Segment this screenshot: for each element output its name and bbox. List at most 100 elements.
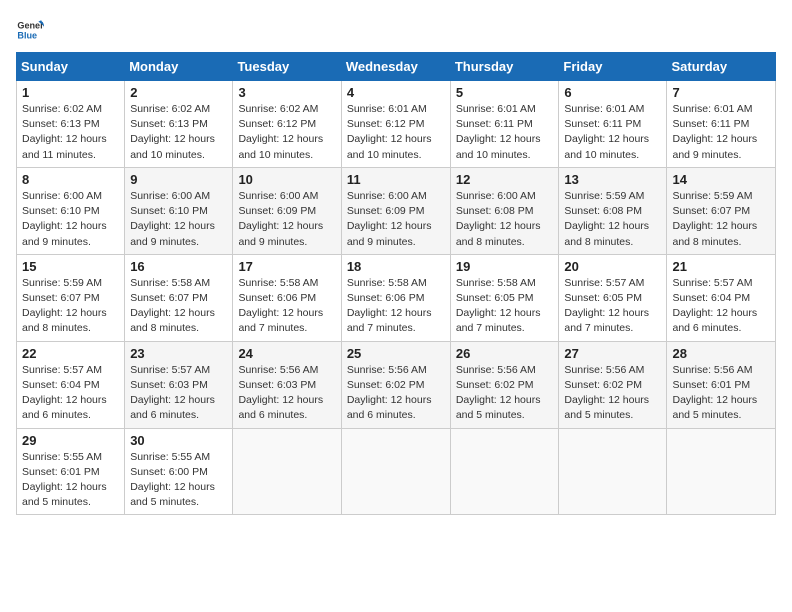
calendar-cell: 20 Sunrise: 5:57 AMSunset: 6:05 PMDaylig… — [559, 254, 667, 341]
day-number: 25 — [347, 346, 445, 361]
day-info: Sunrise: 5:58 AMSunset: 6:05 PMDaylight:… — [456, 277, 541, 335]
day-info: Sunrise: 6:01 AMSunset: 6:11 PMDaylight:… — [564, 103, 649, 161]
day-info: Sunrise: 6:00 AMSunset: 6:08 PMDaylight:… — [456, 190, 541, 248]
calendar-cell: 5 Sunrise: 6:01 AMSunset: 6:11 PMDayligh… — [450, 81, 559, 168]
calendar-cell: 23 Sunrise: 5:57 AMSunset: 6:03 PMDaylig… — [125, 341, 233, 428]
calendar-cell: 4 Sunrise: 6:01 AMSunset: 6:12 PMDayligh… — [341, 81, 450, 168]
day-info: Sunrise: 5:58 AMSunset: 6:06 PMDaylight:… — [347, 277, 432, 335]
day-number: 17 — [238, 259, 335, 274]
svg-text:Blue: Blue — [17, 30, 37, 40]
week-row-2: 8 Sunrise: 6:00 AMSunset: 6:10 PMDayligh… — [17, 167, 776, 254]
calendar-cell: 28 Sunrise: 5:56 AMSunset: 6:01 PMDaylig… — [667, 341, 776, 428]
day-header-sunday: Sunday — [17, 53, 125, 81]
day-number: 12 — [456, 172, 554, 187]
calendar-cell: 25 Sunrise: 5:56 AMSunset: 6:02 PMDaylig… — [341, 341, 450, 428]
day-info: Sunrise: 5:56 AMSunset: 6:02 PMDaylight:… — [564, 364, 649, 422]
calendar-cell: 24 Sunrise: 5:56 AMSunset: 6:03 PMDaylig… — [233, 341, 341, 428]
day-number: 27 — [564, 346, 661, 361]
calendar-cell: 30 Sunrise: 5:55 AMSunset: 6:00 PMDaylig… — [125, 428, 233, 515]
day-number: 7 — [672, 85, 770, 100]
day-number: 21 — [672, 259, 770, 274]
day-number: 13 — [564, 172, 661, 187]
calendar-cell: 19 Sunrise: 5:58 AMSunset: 6:05 PMDaylig… — [450, 254, 559, 341]
calendar-cell: 8 Sunrise: 6:00 AMSunset: 6:10 PMDayligh… — [17, 167, 125, 254]
day-info: Sunrise: 6:02 AMSunset: 6:12 PMDaylight:… — [238, 103, 323, 161]
day-number: 22 — [22, 346, 119, 361]
day-info: Sunrise: 5:58 AMSunset: 6:06 PMDaylight:… — [238, 277, 323, 335]
day-info: Sunrise: 5:56 AMSunset: 6:03 PMDaylight:… — [238, 364, 323, 422]
day-number: 18 — [347, 259, 445, 274]
day-number: 15 — [22, 259, 119, 274]
calendar-cell: 11 Sunrise: 6:00 AMSunset: 6:09 PMDaylig… — [341, 167, 450, 254]
day-header-thursday: Thursday — [450, 53, 559, 81]
day-info: Sunrise: 6:00 AMSunset: 6:09 PMDaylight:… — [347, 190, 432, 248]
week-row-5: 29 Sunrise: 5:55 AMSunset: 6:01 PMDaylig… — [17, 428, 776, 515]
day-info: Sunrise: 5:56 AMSunset: 6:02 PMDaylight:… — [347, 364, 432, 422]
day-number: 11 — [347, 172, 445, 187]
week-row-1: 1 Sunrise: 6:02 AMSunset: 6:13 PMDayligh… — [17, 81, 776, 168]
day-info: Sunrise: 5:58 AMSunset: 6:07 PMDaylight:… — [130, 277, 215, 335]
day-info: Sunrise: 6:01 AMSunset: 6:11 PMDaylight:… — [456, 103, 541, 161]
day-number: 2 — [130, 85, 227, 100]
calendar-cell: 12 Sunrise: 6:00 AMSunset: 6:08 PMDaylig… — [450, 167, 559, 254]
logo: General Blue — [16, 16, 48, 44]
day-number: 4 — [347, 85, 445, 100]
day-header-saturday: Saturday — [667, 53, 776, 81]
calendar-cell: 15 Sunrise: 5:59 AMSunset: 6:07 PMDaylig… — [17, 254, 125, 341]
day-info: Sunrise: 6:02 AMSunset: 6:13 PMDaylight:… — [22, 103, 107, 161]
day-header-monday: Monday — [125, 53, 233, 81]
calendar-cell — [233, 428, 341, 515]
calendar-cell: 27 Sunrise: 5:56 AMSunset: 6:02 PMDaylig… — [559, 341, 667, 428]
calendar-cell — [559, 428, 667, 515]
calendar-cell: 14 Sunrise: 5:59 AMSunset: 6:07 PMDaylig… — [667, 167, 776, 254]
page-header: General Blue — [16, 16, 776, 44]
day-info: Sunrise: 6:00 AMSunset: 6:10 PMDaylight:… — [130, 190, 215, 248]
day-info: Sunrise: 5:57 AMSunset: 6:04 PMDaylight:… — [672, 277, 757, 335]
week-row-4: 22 Sunrise: 5:57 AMSunset: 6:04 PMDaylig… — [17, 341, 776, 428]
day-number: 1 — [22, 85, 119, 100]
day-number: 30 — [130, 433, 227, 448]
calendar-cell: 26 Sunrise: 5:56 AMSunset: 6:02 PMDaylig… — [450, 341, 559, 428]
day-number: 5 — [456, 85, 554, 100]
day-number: 19 — [456, 259, 554, 274]
day-number: 16 — [130, 259, 227, 274]
day-info: Sunrise: 5:56 AMSunset: 6:02 PMDaylight:… — [456, 364, 541, 422]
calendar-header-row: SundayMondayTuesdayWednesdayThursdayFrid… — [17, 53, 776, 81]
calendar-cell: 7 Sunrise: 6:01 AMSunset: 6:11 PMDayligh… — [667, 81, 776, 168]
day-info: Sunrise: 6:00 AMSunset: 6:10 PMDaylight:… — [22, 190, 107, 248]
logo-icon: General Blue — [16, 16, 44, 44]
day-header-wednesday: Wednesday — [341, 53, 450, 81]
day-number: 8 — [22, 172, 119, 187]
day-number: 3 — [238, 85, 335, 100]
day-info: Sunrise: 5:57 AMSunset: 6:03 PMDaylight:… — [130, 364, 215, 422]
day-info: Sunrise: 5:59 AMSunset: 6:07 PMDaylight:… — [22, 277, 107, 335]
calendar-cell: 29 Sunrise: 5:55 AMSunset: 6:01 PMDaylig… — [17, 428, 125, 515]
calendar-cell — [341, 428, 450, 515]
day-info: Sunrise: 6:01 AMSunset: 6:11 PMDaylight:… — [672, 103, 757, 161]
day-info: Sunrise: 6:00 AMSunset: 6:09 PMDaylight:… — [238, 190, 323, 248]
day-number: 24 — [238, 346, 335, 361]
day-number: 6 — [564, 85, 661, 100]
calendar-cell: 3 Sunrise: 6:02 AMSunset: 6:12 PMDayligh… — [233, 81, 341, 168]
calendar-cell: 13 Sunrise: 5:59 AMSunset: 6:08 PMDaylig… — [559, 167, 667, 254]
calendar-cell — [450, 428, 559, 515]
calendar-cell: 9 Sunrise: 6:00 AMSunset: 6:10 PMDayligh… — [125, 167, 233, 254]
calendar-cell: 18 Sunrise: 5:58 AMSunset: 6:06 PMDaylig… — [341, 254, 450, 341]
calendar-cell: 21 Sunrise: 5:57 AMSunset: 6:04 PMDaylig… — [667, 254, 776, 341]
day-number: 9 — [130, 172, 227, 187]
calendar-cell: 17 Sunrise: 5:58 AMSunset: 6:06 PMDaylig… — [233, 254, 341, 341]
calendar-cell: 16 Sunrise: 5:58 AMSunset: 6:07 PMDaylig… — [125, 254, 233, 341]
day-number: 29 — [22, 433, 119, 448]
calendar-cell: 2 Sunrise: 6:02 AMSunset: 6:13 PMDayligh… — [125, 81, 233, 168]
day-number: 26 — [456, 346, 554, 361]
day-info: Sunrise: 5:59 AMSunset: 6:08 PMDaylight:… — [564, 190, 649, 248]
day-info: Sunrise: 5:57 AMSunset: 6:04 PMDaylight:… — [22, 364, 107, 422]
day-number: 28 — [672, 346, 770, 361]
calendar-cell: 22 Sunrise: 5:57 AMSunset: 6:04 PMDaylig… — [17, 341, 125, 428]
calendar-cell — [667, 428, 776, 515]
week-row-3: 15 Sunrise: 5:59 AMSunset: 6:07 PMDaylig… — [17, 254, 776, 341]
day-info: Sunrise: 5:55 AMSunset: 6:01 PMDaylight:… — [22, 451, 107, 509]
day-info: Sunrise: 5:59 AMSunset: 6:07 PMDaylight:… — [672, 190, 757, 248]
calendar-cell: 10 Sunrise: 6:00 AMSunset: 6:09 PMDaylig… — [233, 167, 341, 254]
calendar-cell: 1 Sunrise: 6:02 AMSunset: 6:13 PMDayligh… — [17, 81, 125, 168]
